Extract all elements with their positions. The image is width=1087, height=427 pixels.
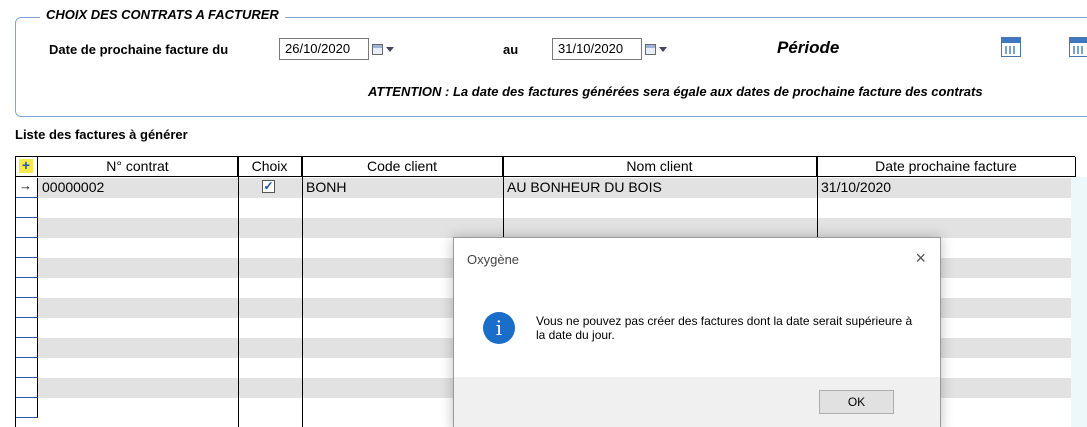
col-header-contrat[interactable]: N° contrat xyxy=(38,157,238,177)
column-divider xyxy=(302,157,303,427)
dialog-message: Vous ne pouvez pas créer des factures do… xyxy=(536,314,913,342)
periode-label: Période xyxy=(777,38,840,57)
row-indicator[interactable] xyxy=(16,278,38,298)
dropdown-arrow-icon xyxy=(386,46,394,52)
date-to-label: au xyxy=(503,42,519,57)
cell-date[interactable]: 31/10/2020 xyxy=(817,178,891,196)
info-icon: i xyxy=(483,312,515,344)
row-indicator[interactable] xyxy=(16,338,38,358)
table-row[interactable] xyxy=(38,218,1075,238)
grid-corner[interactable]: + xyxy=(16,157,38,177)
col-header-code-client[interactable]: Code client xyxy=(302,157,503,177)
date-to-picker-button[interactable] xyxy=(645,39,675,59)
close-icon[interactable]: × xyxy=(915,248,926,269)
column-divider xyxy=(238,157,239,427)
list-title: Liste des factures à générer xyxy=(15,127,188,142)
add-row-icon[interactable]: + xyxy=(19,158,33,173)
contract-selection-group xyxy=(15,17,1087,117)
row-indicator[interactable] xyxy=(16,198,38,218)
message-dialog: Oxygène × i Vous ne pouvez pas créer des… xyxy=(453,237,941,427)
cell-contrat[interactable]: 00000002 xyxy=(38,178,104,196)
row-indicator[interactable]: → xyxy=(16,178,38,198)
group-legend: CHOIX DES CONTRATS A FACTURER xyxy=(40,7,285,22)
current-row-arrow-icon: → xyxy=(19,178,32,193)
row-indicator[interactable] xyxy=(16,258,38,278)
row-indicator[interactable] xyxy=(16,218,38,238)
right-side-panel xyxy=(1071,177,1087,427)
date-from-input[interactable]: 26/10/2020 xyxy=(279,38,369,60)
row-indicator[interactable] xyxy=(16,398,38,418)
dialog-title: Oxygène xyxy=(467,252,520,267)
ok-button[interactable]: OK xyxy=(819,390,894,414)
cell-nom-client[interactable]: AU BONHEUR DU BOIS xyxy=(503,178,662,196)
row-indicator[interactable] xyxy=(16,298,38,318)
calendar-icon xyxy=(645,43,656,55)
table-row[interactable] xyxy=(38,198,1075,218)
col-header-date[interactable]: Date prochaine facture xyxy=(817,157,1076,177)
choix-checkbox[interactable]: ✓ xyxy=(262,180,275,193)
col-header-nom-client[interactable]: Nom client xyxy=(503,157,817,177)
col-header-choix[interactable]: Choix xyxy=(238,157,302,177)
cell-code-client[interactable]: BONH xyxy=(302,178,346,196)
calendar-month-icon[interactable] xyxy=(1069,37,1087,57)
date-from-label: Date de prochaine facture du xyxy=(49,42,229,57)
calendar-icon xyxy=(372,43,383,55)
row-indicator[interactable] xyxy=(16,358,38,378)
row-indicator[interactable] xyxy=(16,238,38,258)
date-from-picker-button[interactable] xyxy=(372,39,402,59)
calendar-week-icon[interactable] xyxy=(1001,37,1021,57)
attention-note: ATTENTION : La date des factures générée… xyxy=(368,84,983,99)
date-to-input[interactable]: 31/10/2020 xyxy=(552,38,642,60)
dropdown-arrow-icon xyxy=(659,46,667,52)
row-indicator[interactable] xyxy=(16,378,38,398)
row-indicator[interactable] xyxy=(16,318,38,338)
